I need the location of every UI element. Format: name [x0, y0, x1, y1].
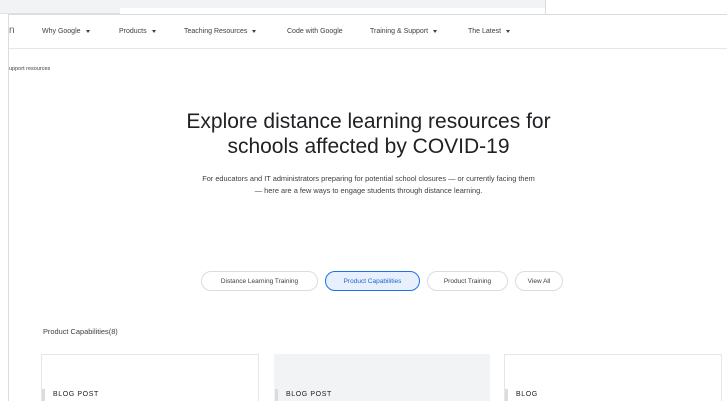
card-accent-bar	[42, 389, 45, 401]
nav-item-products[interactable]: Products	[119, 28, 156, 35]
page-subtitle: For educators and IT administrators prep…	[202, 174, 535, 195]
page-frame: n Why Google Products Teaching Resources…	[8, 14, 727, 401]
nav-item-why-google[interactable]: Why Google	[42, 28, 90, 35]
chevron-down-icon	[506, 30, 511, 33]
filter-product-capabilities[interactable]: Product Capabilities	[325, 271, 420, 291]
chevron-down-icon	[85, 30, 90, 33]
chevron-down-icon	[151, 30, 156, 33]
card-accent-bar	[505, 389, 508, 401]
nav-item-training-support[interactable]: Training & Support	[370, 28, 438, 35]
page-title: Explore distance learning resources for …	[186, 110, 551, 158]
top-nav: n Why Google Products Teaching Resources…	[9, 15, 727, 49]
resource-card[interactable]: BLOG POST	[274, 354, 490, 401]
nav-item-teaching-resources[interactable]: Teaching Resources	[184, 28, 257, 35]
filter-distance-learning-training[interactable]: Distance Learning Training	[201, 271, 318, 291]
section-label: Product Capabilities(8)	[43, 327, 118, 336]
window-side-panel	[545, 0, 727, 14]
card-tag: BLOG POST	[53, 391, 99, 398]
breadcrumb[interactable]: upport resources	[9, 66, 50, 72]
window-tab-strip	[0, 0, 120, 14]
nav-item-the-latest[interactable]: The Latest	[468, 28, 511, 35]
logo-fragment[interactable]: n	[9, 25, 15, 36]
chevron-down-icon	[433, 30, 438, 33]
resource-card[interactable]: BLOG	[504, 354, 722, 401]
filter-view-all[interactable]: View All	[515, 271, 563, 291]
card-tag: BLOG	[516, 391, 538, 398]
card-accent-bar	[275, 389, 278, 401]
chevron-down-icon	[252, 30, 257, 33]
resource-card[interactable]: BLOG POST	[41, 354, 259, 401]
nav-item-code-with-google[interactable]: Code with Google	[287, 28, 343, 35]
filter-product-training[interactable]: Product Training	[427, 271, 508, 291]
card-tag: BLOG POST	[286, 391, 332, 398]
filter-pills: Distance Learning Training Product Capab…	[9, 271, 727, 291]
